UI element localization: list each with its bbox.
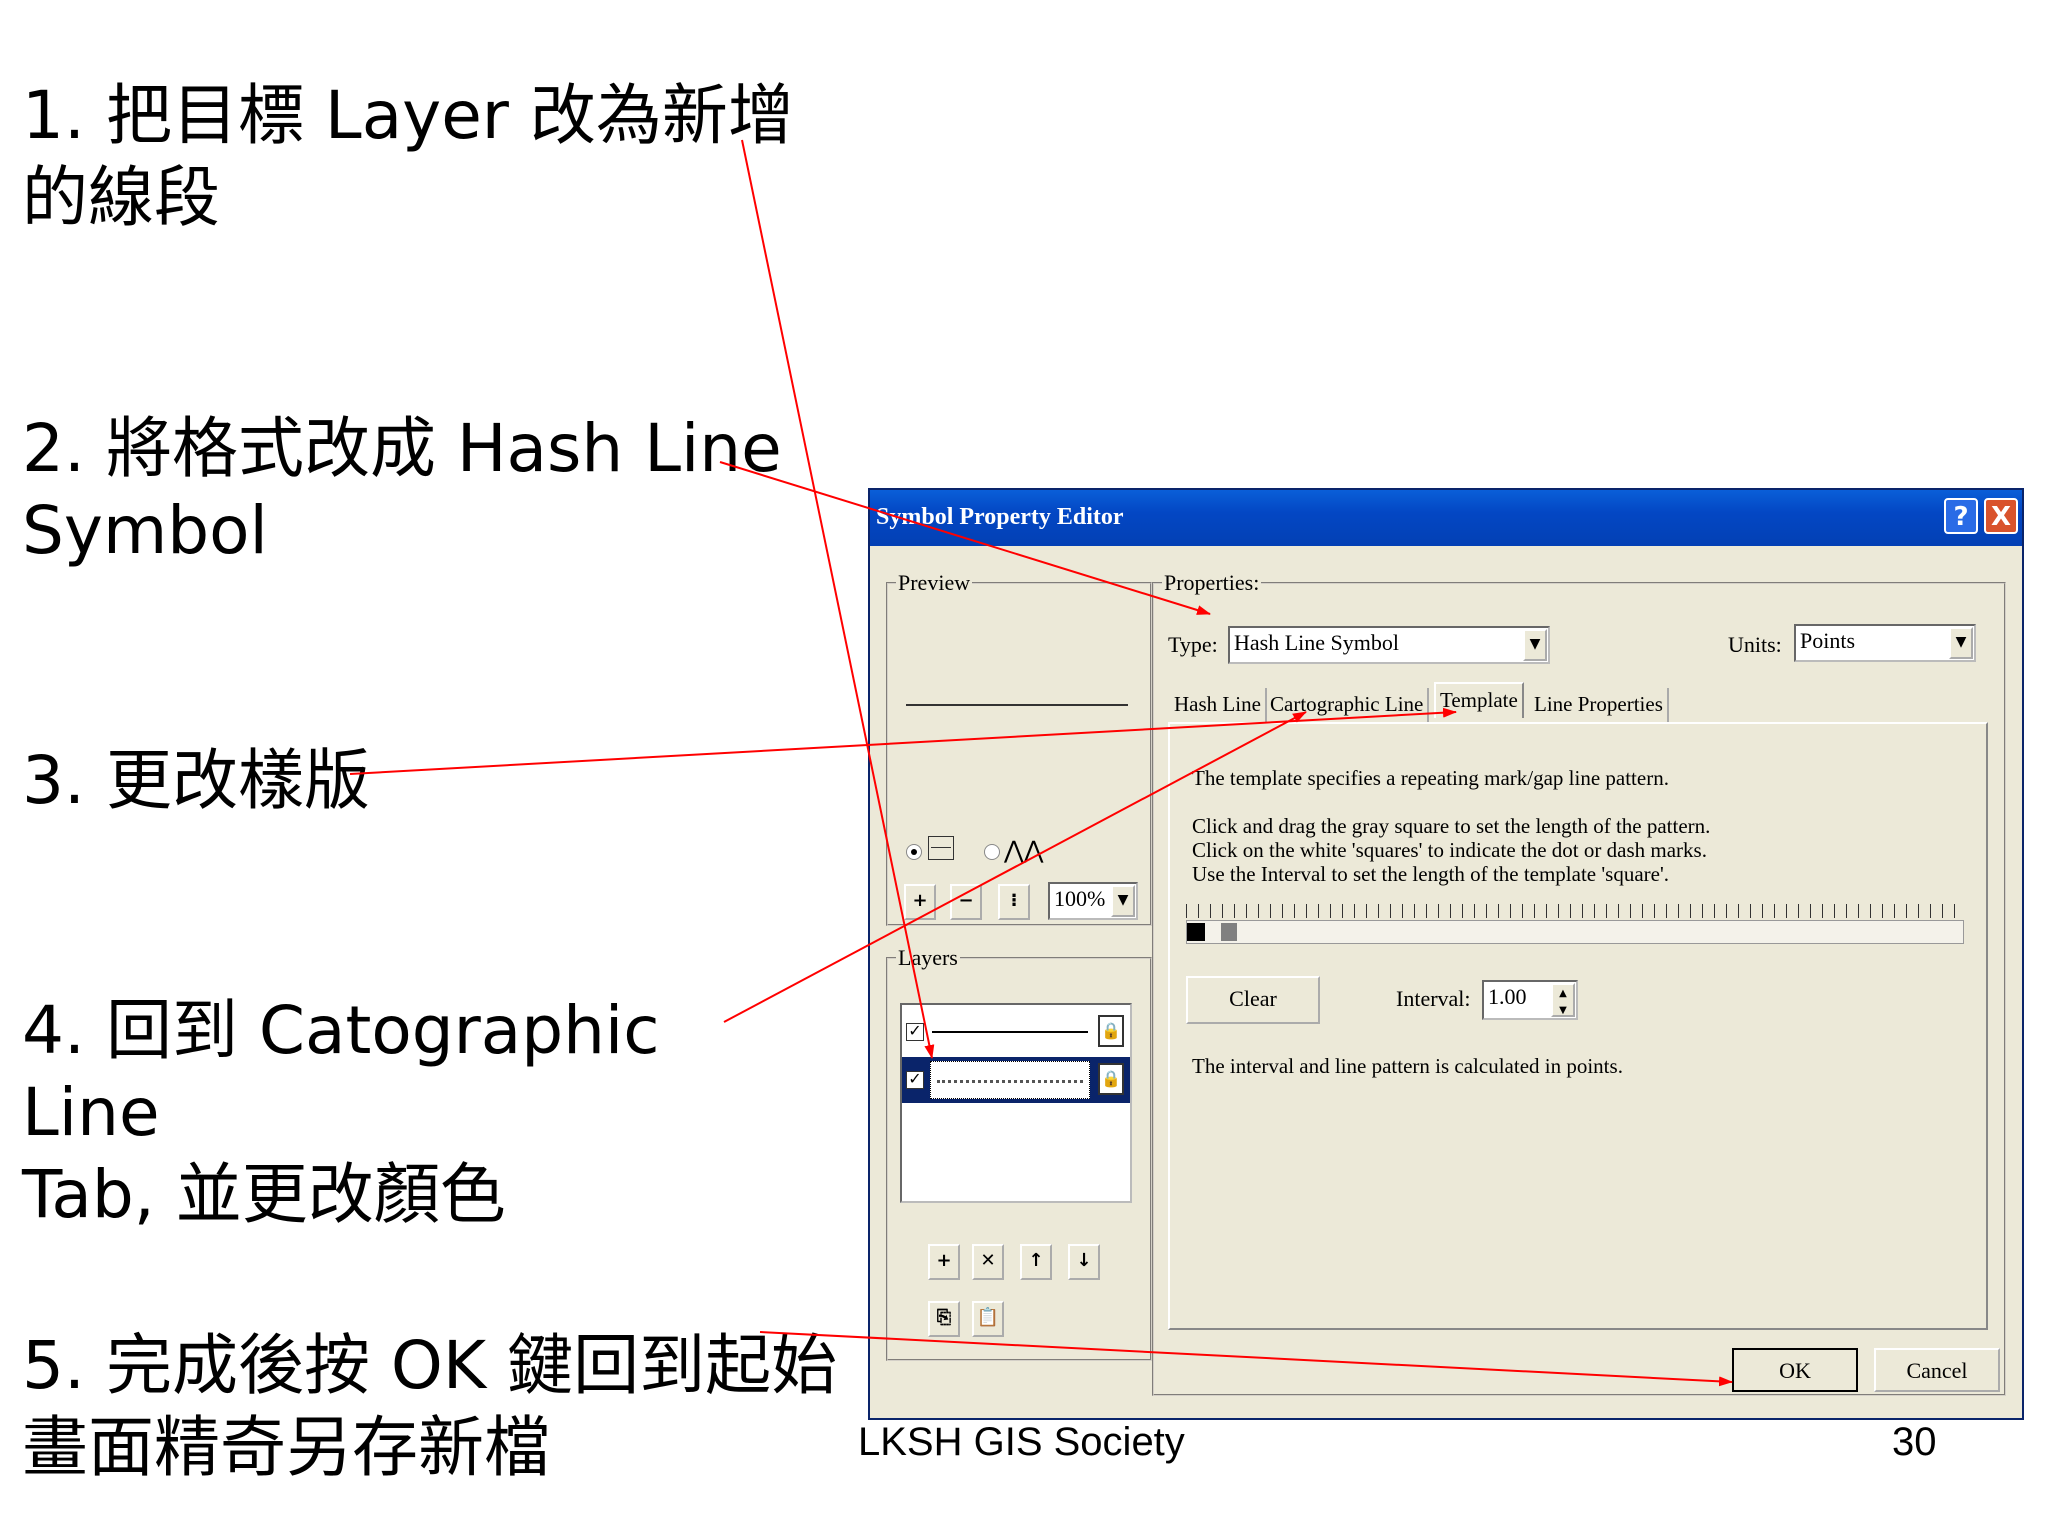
- interval-note: The interval and line pattern is calcula…: [1192, 1054, 1623, 1078]
- instruction-1: Click and drag the gray square to set th…: [1192, 814, 1711, 838]
- template-mark-square[interactable]: [1187, 923, 1205, 941]
- tab-hash-line[interactable]: Hash Line: [1170, 688, 1267, 722]
- instruction-2: Click on the white 'squares' to indicate…: [1192, 838, 1707, 862]
- preview-group: Preview ⋀⋀ + − ⁝ 100% ▼: [886, 570, 1152, 926]
- cancel-button[interactable]: Cancel: [1874, 1348, 2000, 1392]
- footer-society: LKSH GIS Society: [858, 1420, 1185, 1464]
- layer-row-selected[interactable]: ✓ 🔒: [902, 1057, 1130, 1103]
- lock-icon[interactable]: 🔒: [1098, 1015, 1124, 1047]
- zoom-value: 100%: [1054, 886, 1106, 911]
- properties-group: Properties: Type: Hash Line Symbol ▼ Uni…: [1152, 570, 2006, 1396]
- zoom-out-icon[interactable]: −: [950, 884, 982, 920]
- type-label: Type:: [1168, 632, 1218, 657]
- checkbox-icon[interactable]: ✓: [906, 1071, 924, 1089]
- units-select[interactable]: Points ▼: [1794, 624, 1976, 662]
- zoom-in-icon[interactable]: +: [904, 884, 936, 920]
- preview-line: [906, 704, 1128, 706]
- interval-value: 1.00: [1488, 984, 1527, 1009]
- step-4-text: 4. 回到 Catographic Line Tab, 並更改顏色: [22, 992, 660, 1233]
- type-select[interactable]: Hash Line Symbol ▼: [1228, 626, 1550, 664]
- interval-label: Interval:: [1396, 986, 1471, 1011]
- layer-row[interactable]: ✓ 🔒: [902, 1009, 1130, 1055]
- checkbox-icon[interactable]: ✓: [906, 1023, 924, 1041]
- down-arrow-icon[interactable]: ↓: [1068, 1244, 1100, 1280]
- layer-swatch-line: [930, 1013, 1090, 1051]
- symbol-property-editor-dialog: Symbol Property Editor ? X Preview ⋀⋀ + …: [868, 488, 2024, 1420]
- clear-button[interactable]: Clear: [1186, 976, 1320, 1024]
- copy-icon[interactable]: ⎘: [928, 1301, 960, 1337]
- line-preview-icon: [928, 836, 954, 860]
- template-pattern-track[interactable]: [1186, 920, 1964, 944]
- layers-group: Layers ✓ 🔒 ✓ 🔒 + ✕ ↑ ↓ ⎘ 📋: [886, 945, 1152, 1361]
- wave-preview-icon: ⋀⋀: [1004, 836, 1044, 864]
- spinner-arrows-icon[interactable]: ▲ ▼: [1551, 983, 1575, 1017]
- template-length-handle[interactable]: [1221, 923, 1237, 941]
- layer-swatch-hash: [930, 1061, 1090, 1099]
- preview-label: Preview: [898, 570, 971, 595]
- dialog-title: Symbol Property Editor: [876, 504, 1124, 530]
- step-1-text: 1. 把目標 Layer 改為新增 的線段: [22, 77, 794, 236]
- preview-line-radio[interactable]: [906, 844, 922, 860]
- layer-list[interactable]: ✓ 🔒 ✓ 🔒: [900, 1003, 1132, 1203]
- add-icon[interactable]: +: [928, 1244, 960, 1280]
- chevron-down-icon[interactable]: ▼: [1949, 627, 1973, 659]
- ok-button[interactable]: OK: [1732, 1348, 1858, 1392]
- step-3-text: 3. 更改樣版: [22, 742, 370, 819]
- preview-wave-radio[interactable]: [984, 844, 1000, 860]
- template-panel: The template specifies a repeating mark/…: [1168, 722, 1988, 1330]
- tab-cartographic-line[interactable]: Cartographic Line: [1266, 688, 1430, 722]
- title-bar[interactable]: Symbol Property Editor ? X: [870, 490, 2022, 546]
- delete-icon[interactable]: ✕: [972, 1244, 1004, 1280]
- fit-icon[interactable]: ⁝: [998, 884, 1030, 920]
- interval-spinner[interactable]: 1.00 ▲ ▼: [1482, 980, 1578, 1020]
- properties-label: Properties:: [1164, 570, 1260, 595]
- chevron-down-icon[interactable]: ▼: [1111, 885, 1135, 917]
- paste-icon[interactable]: 📋: [972, 1301, 1004, 1337]
- help-icon[interactable]: ?: [1944, 498, 1978, 534]
- instruction-3: Use the Interval to set the length of th…: [1192, 862, 1669, 886]
- lock-icon[interactable]: 🔒: [1098, 1063, 1124, 1095]
- close-icon[interactable]: X: [1984, 498, 2018, 534]
- step-2-text: 2. 將格式改成 Hash Line Symbol: [22, 410, 782, 569]
- up-arrow-icon[interactable]: ↑: [1020, 1244, 1052, 1280]
- zoom-select[interactable]: 100% ▼: [1048, 882, 1138, 920]
- template-description: The template specifies a repeating mark/…: [1192, 766, 1669, 790]
- page-number: 30: [1892, 1420, 1937, 1464]
- chevron-down-icon[interactable]: ▼: [1523, 629, 1547, 661]
- units-label: Units:: [1728, 632, 1782, 657]
- tab-line-properties[interactable]: Line Properties: [1530, 688, 1669, 722]
- tab-template[interactable]: Template: [1434, 682, 1524, 718]
- layers-label: Layers: [898, 945, 958, 970]
- type-value: Hash Line Symbol: [1234, 630, 1399, 655]
- step-5-text: 5. 完成後按 OK 鍵回到起始 畫面精奇另存新檔: [22, 1327, 838, 1486]
- units-value: Points: [1800, 628, 1856, 653]
